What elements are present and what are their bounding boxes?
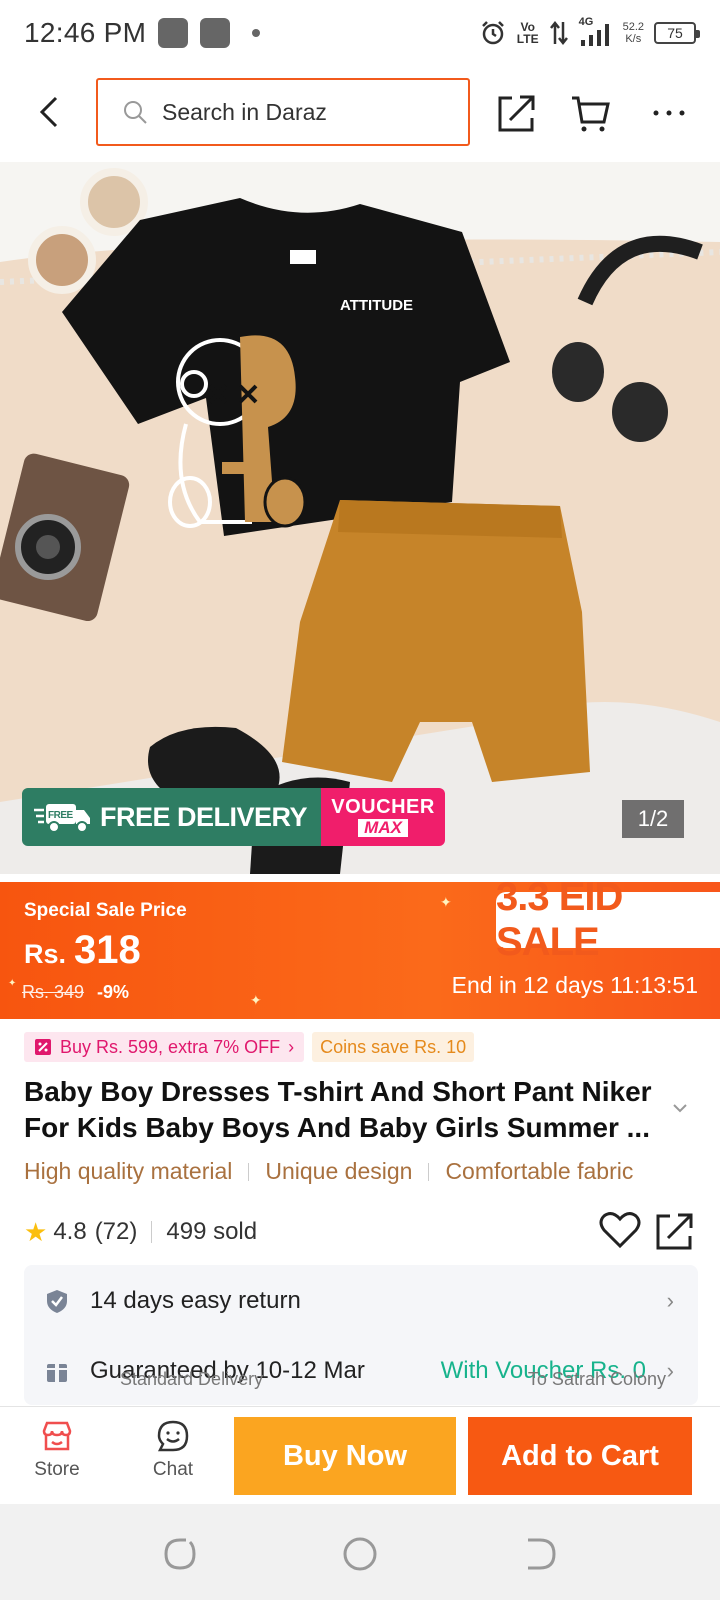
feature-item: Unique design xyxy=(265,1158,413,1184)
share-icon[interactable] xyxy=(496,92,538,134)
buy-now-button[interactable]: Buy Now xyxy=(234,1417,456,1495)
sparkle-icon: ✦ xyxy=(440,894,452,910)
coins-save-promo[interactable]: Coins save Rs. 10 xyxy=(312,1032,475,1062)
svg-text:FREE: FREE xyxy=(48,810,74,821)
feature-item: High quality material xyxy=(24,1158,233,1184)
feature-highlights: High quality material Unique design Comf… xyxy=(24,1158,633,1185)
delivery-truck-icon: FREE xyxy=(34,804,90,833)
current-price: Rs. 318 xyxy=(24,928,141,972)
back-arrow-icon[interactable] xyxy=(34,94,64,130)
delivery-type: Standard Delivery xyxy=(120,1369,264,1389)
feature-item: Comfortable fabric xyxy=(445,1158,634,1184)
service-info-card: 14 days easy return › Guaranteed by 10-1… xyxy=(24,1265,698,1405)
sold-count: 499 sold xyxy=(166,1218,258,1245)
chevron-down-icon[interactable] xyxy=(670,1098,690,1118)
back-icon[interactable] xyxy=(520,1534,560,1574)
chevron-right-icon: › xyxy=(288,1036,295,1057)
signal-icon: 4G xyxy=(579,16,613,48)
chat-button[interactable]: Chat xyxy=(128,1419,218,1491)
search-bar[interactable]: Search in Daraz xyxy=(96,78,470,146)
share-icon[interactable] xyxy=(654,1210,696,1252)
search-icon xyxy=(124,101,147,124)
store-button[interactable]: Store xyxy=(12,1419,102,1491)
recent-apps-icon[interactable] xyxy=(160,1534,200,1574)
voucher-max-label: VOUCHER MAX xyxy=(321,788,446,846)
notification-icon xyxy=(200,18,231,48)
search-input[interactable]: Search in Daraz xyxy=(162,99,327,126)
top-bar: Search in Daraz xyxy=(0,74,720,150)
free-delivery-voucher-badge: FREE FREE DELIVERY VOUCHER MAX xyxy=(22,788,446,846)
alarm-icon xyxy=(481,21,504,45)
bottom-action-bar: Store Chat Buy Now Add to Cart xyxy=(0,1406,720,1504)
eid-sale-tag: 3.3 EID SALE xyxy=(496,875,720,964)
image-page-indicator: 1/2 xyxy=(622,800,684,838)
cart-icon[interactable] xyxy=(570,92,612,134)
store-icon xyxy=(42,1421,72,1451)
system-navigation-bar xyxy=(0,1504,720,1600)
home-icon[interactable] xyxy=(340,1534,380,1574)
promotions-row: Buy Rs. 599, extra 7% OFF › Coins save R… xyxy=(24,1032,475,1062)
buy-more-promo[interactable]: Buy Rs. 599, extra 7% OFF › xyxy=(24,1032,305,1062)
rating-row: ★ 4.8 (72) 499 sold xyxy=(24,1212,696,1252)
sparkle-icon: ✦ xyxy=(8,978,17,989)
delivery-address: To Satrah Colony xyxy=(527,1369,666,1389)
sparkle-icon: ✦ xyxy=(250,992,262,1008)
status-time: 12:46 PM xyxy=(24,17,147,48)
sale-countdown: End in 12 days 11:13:51 xyxy=(451,972,698,998)
discount-tag-icon xyxy=(35,1039,51,1055)
wishlist-heart-icon[interactable] xyxy=(598,1210,642,1250)
shield-check-icon xyxy=(47,1290,67,1313)
more-notifications-icon xyxy=(252,29,261,37)
discount-percent: -9% xyxy=(97,982,130,1002)
original-price: Rs. 349 xyxy=(22,982,85,1002)
rating-value[interactable]: 4.8 xyxy=(53,1218,86,1246)
volte-icon: Vo LTE xyxy=(516,20,539,46)
chevron-right-icon: › xyxy=(666,1288,674,1313)
notification-icon xyxy=(158,18,189,48)
more-menu-icon[interactable] xyxy=(648,92,690,134)
status-bar: 12:46 PM Vo LTE 4G 52.2 K/s 75 xyxy=(0,0,720,66)
add-to-cart-button[interactable]: Add to Cart xyxy=(468,1417,692,1495)
chevron-right-icon: › xyxy=(666,1358,674,1383)
chat-icon xyxy=(157,1420,189,1452)
special-price-label: Special Sale Price xyxy=(24,900,187,921)
svg-text:ATTITUDE: ATTITUDE xyxy=(340,297,413,314)
return-policy-row[interactable]: 14 days easy return › xyxy=(24,1271,698,1331)
battery-icon: 75 xyxy=(654,22,700,44)
product-image-carousel[interactable]: ATTITUDE FREE FREE DELIVERY VOUCHER MAX … xyxy=(0,162,720,874)
rating-count[interactable]: (72) xyxy=(95,1218,138,1246)
star-icon: ★ xyxy=(24,1216,48,1247)
data-arrows-icon xyxy=(549,20,568,46)
network-speed: 52.2 K/s xyxy=(622,21,644,45)
free-delivery-label: FREE DELIVERY xyxy=(100,801,308,832)
product-photo: ATTITUDE xyxy=(0,162,720,874)
price-banner: ✦ ✦ ✦ Special Sale Price Rs. 318 Rs. 349 … xyxy=(0,875,720,1019)
package-icon xyxy=(47,1360,67,1382)
product-title: Baby Boy Dresses T-shirt And Short Pant … xyxy=(24,1076,652,1143)
